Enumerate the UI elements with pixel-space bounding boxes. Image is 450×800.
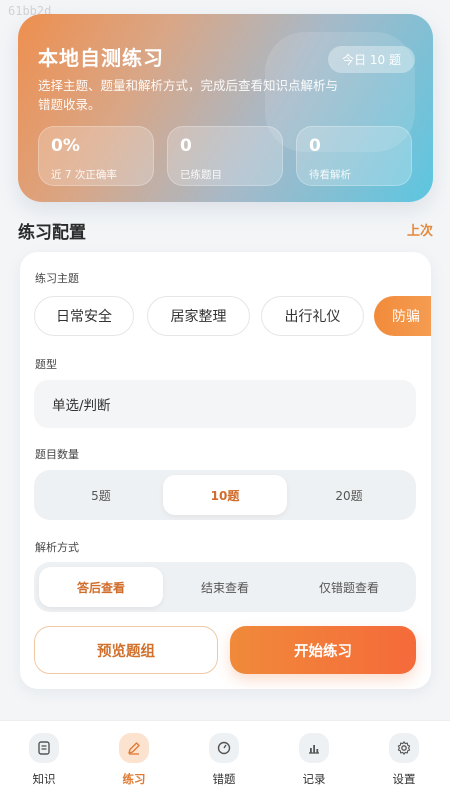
nav-item-knowledge[interactable]: 知识 (14, 731, 74, 793)
analysis-mode-selector: 答后查看 结束查看 仅错题查看 (34, 562, 416, 612)
count-option-10[interactable]: 10题 (163, 475, 287, 515)
topic-chip[interactable]: 日常安全 (34, 296, 134, 336)
nav-label: 练习 (122, 772, 146, 786)
nav-item-records[interactable]: 记录 (284, 731, 344, 793)
page-title: 本地自测练习 (38, 46, 164, 70)
count-label: 题目数量 (35, 448, 79, 461)
stat-label: 近 7 次正确率 (51, 169, 117, 181)
gauge-icon (209, 733, 239, 763)
topic-chip-active[interactable]: 防骗 (374, 296, 431, 336)
gear-icon (389, 733, 419, 763)
start-practice-button[interactable]: 开始练习 (230, 626, 416, 674)
count-option-20[interactable]: 20题 (287, 475, 411, 515)
stat-value: 0 (309, 136, 321, 156)
document-icon (29, 733, 59, 763)
hero-card: 本地自测练习 选择主题、题量和解析方式，完成后查看知识点解析与错题收录。 今日 … (18, 14, 433, 202)
stat-practiced: 0 已练题目 (167, 126, 283, 186)
bar-chart-icon (299, 733, 329, 763)
stat-value: 0% (51, 136, 80, 156)
analysis-option-after-answer[interactable]: 答后查看 (39, 567, 163, 607)
topic-label: 练习主题 (35, 272, 79, 285)
analysis-label: 解析方式 (35, 541, 79, 554)
nav-item-settings[interactable]: 设置 (374, 731, 434, 793)
type-label: 题型 (35, 358, 57, 371)
stat-accuracy: 0% 近 7 次正确率 (38, 126, 154, 186)
stat-label: 待看解析 (309, 169, 351, 181)
count-option-5[interactable]: 5题 (39, 475, 163, 515)
stat-label: 已练题目 (180, 169, 222, 181)
nav-item-practice[interactable]: 练习 (104, 731, 164, 793)
nav-item-wrong-questions[interactable]: 错题 (194, 731, 254, 793)
topic-chip[interactable]: 出行礼仪 (261, 296, 364, 336)
preview-button[interactable]: 预览题组 (34, 626, 218, 674)
nav-label: 设置 (392, 772, 416, 786)
topic-chips: 日常安全 居家整理 出行礼仪 防骗 (34, 296, 431, 336)
last-config-link[interactable]: 上次 (407, 220, 433, 239)
section-title: 练习配置 (18, 223, 86, 243)
analysis-option-wrong-only[interactable]: 仅错题查看 (287, 567, 411, 607)
nav-label: 知识 (32, 772, 56, 786)
pen-icon (119, 733, 149, 763)
question-count-selector: 5题 10题 20题 (34, 470, 416, 520)
stat-pending-analysis: 0 待看解析 (296, 126, 412, 186)
nav-label: 记录 (302, 772, 326, 786)
hero-description: 选择主题、题量和解析方式，完成后查看知识点解析与错题收录。 (38, 78, 339, 112)
bottom-nav: 知识 练习 错题 记录 设置 (0, 720, 450, 800)
analysis-option-at-end[interactable]: 结束查看 (163, 567, 287, 607)
config-card: 练习主题 日常安全 居家整理 出行礼仪 防骗 题型 单选/判断 题目数量 5题 … (20, 252, 431, 689)
today-count-badge: 今日 10 题 (328, 46, 415, 73)
stat-value: 0 (180, 136, 192, 156)
question-type-select[interactable]: 单选/判断 (34, 380, 416, 428)
topic-chip[interactable]: 居家整理 (147, 296, 250, 336)
nav-label: 错题 (212, 772, 236, 786)
